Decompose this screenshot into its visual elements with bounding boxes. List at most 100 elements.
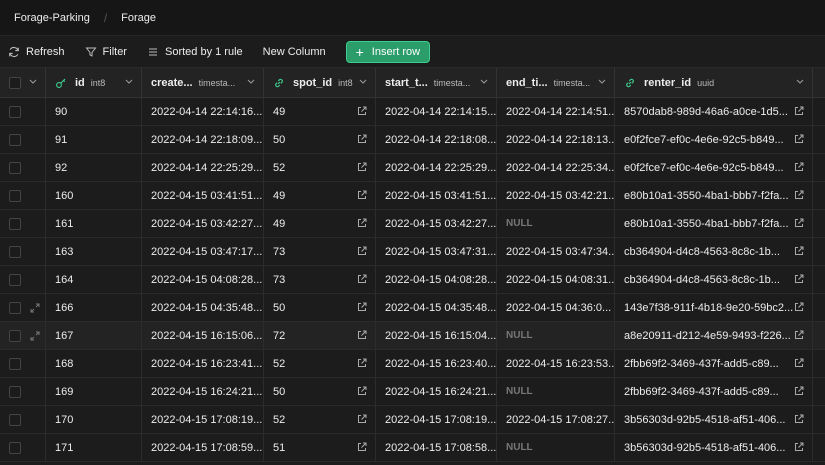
external-link-icon[interactable] (794, 302, 804, 315)
cell-start-time[interactable]: 2022-04-14 22:25:29.... (376, 154, 497, 181)
external-link-icon[interactable] (357, 302, 367, 315)
external-link-icon[interactable] (357, 134, 367, 147)
external-link-icon[interactable] (794, 246, 804, 259)
cell-spot-id[interactable]: 50 (264, 126, 376, 153)
sort-button[interactable]: Sorted by 1 rule (147, 46, 243, 58)
cell-end-time[interactable]: 2022-04-14 22:14:51.... (497, 98, 615, 125)
table-row[interactable]: 90 2022-04-14 22:14:16.... 49 2022-04-14 22… (0, 98, 825, 126)
row-checkbox[interactable] (9, 217, 21, 230)
cell-created-at[interactable]: 2022-04-14 22:18:09.... (142, 126, 264, 153)
cell-created-at[interactable]: 2022-04-14 22:14:16.... (142, 98, 264, 125)
chevron-down-icon[interactable] (247, 79, 255, 85)
external-link-icon[interactable] (794, 442, 804, 455)
cell-start-time[interactable]: 2022-04-15 17:08:19.... (376, 406, 497, 433)
cell-renter-id[interactable]: e80b10a1-3550-4ba1-bbb7-f2fa... (615, 182, 813, 209)
cell-spot-id[interactable]: 50 (264, 294, 376, 321)
column-header-id[interactable]: id int8 (46, 68, 142, 97)
cell-id[interactable]: 90 (46, 98, 142, 125)
cell-end-time[interactable]: 2022-04-15 04:36:0... (497, 294, 615, 321)
external-link-icon[interactable] (794, 414, 804, 427)
row-checkbox[interactable] (9, 105, 21, 118)
cell-id[interactable]: 164 (46, 266, 142, 293)
external-link-icon[interactable] (357, 330, 367, 343)
column-header-spot-id[interactable]: spot_id int8 (264, 68, 376, 97)
cell-spot-id[interactable]: 52 (264, 154, 376, 181)
external-link-icon[interactable] (794, 162, 804, 175)
external-link-icon[interactable] (357, 274, 367, 287)
cell-start-time[interactable]: 2022-04-15 16:15:04.... (376, 322, 497, 349)
external-link-icon[interactable] (794, 190, 804, 203)
cell-spot-id[interactable]: 73 (264, 266, 376, 293)
external-link-icon[interactable] (357, 162, 367, 175)
cell-start-time[interactable]: 2022-04-15 03:47:31.... (376, 238, 497, 265)
expand-row-icon[interactable] (30, 331, 40, 344)
external-link-icon[interactable] (357, 442, 367, 455)
column-header-end-time[interactable]: end_ti... timesta... (497, 68, 615, 97)
cell-spot-id[interactable]: 49 (264, 98, 376, 125)
column-header-created-at[interactable]: create... timesta... (142, 68, 264, 97)
cell-spot-id[interactable]: 49 (264, 182, 376, 209)
breadcrumb-project[interactable]: Forage-Parking (14, 12, 90, 24)
cell-id[interactable]: 163 (46, 238, 142, 265)
cell-start-time[interactable]: 2022-04-15 04:35:48.... (376, 294, 497, 321)
external-link-icon[interactable] (357, 246, 367, 259)
cell-start-time[interactable]: 2022-04-15 03:41:51.... (376, 182, 497, 209)
cell-renter-id[interactable]: cb364904-d4c8-4563-8c8c-1b... (615, 266, 813, 293)
cell-spot-id[interactable]: 51 (264, 434, 376, 461)
external-link-icon[interactable] (357, 358, 367, 371)
cell-renter-id[interactable]: 8570dab8-989d-46a6-a0ce-1d5... (615, 98, 813, 125)
cell-renter-id[interactable]: 2fbb69f2-3469-437f-add5-c89... (615, 350, 813, 377)
table-row[interactable]: 161 2022-04-15 03:42:27.... 49 2022-04-15 0… (0, 210, 825, 238)
cell-end-time[interactable]: 2022-04-15 03:42:21.... (497, 182, 615, 209)
chevron-down-icon[interactable] (29, 79, 37, 85)
new-column-button[interactable]: New Column (263, 46, 326, 58)
cell-created-at[interactable]: 2022-04-15 03:41:51.... (142, 182, 264, 209)
row-checkbox[interactable] (9, 357, 21, 370)
cell-spot-id[interactable]: 72 (264, 322, 376, 349)
cell-id[interactable]: 168 (46, 350, 142, 377)
row-checkbox[interactable] (9, 413, 21, 426)
table-row[interactable]: 170 2022-04-15 17:08:19.... 52 2022-04-15 1… (0, 406, 825, 434)
chevron-down-icon[interactable] (125, 79, 133, 85)
table-row[interactable]: 160 2022-04-15 03:41:51.... 49 2022-04-15 0… (0, 182, 825, 210)
cell-start-time[interactable]: 2022-04-14 22:18:08.... (376, 126, 497, 153)
chevron-down-icon[interactable] (359, 79, 367, 85)
cell-renter-id[interactable]: 3b56303d-92b5-4518-af51-406... (615, 406, 813, 433)
cell-renter-id[interactable]: e0f2fce7-ef0c-4e6e-92c5-b849... (615, 154, 813, 181)
table-row[interactable]: 163 2022-04-15 03:47:17.... 73 2022-04-15 0… (0, 238, 825, 266)
row-checkbox[interactable] (9, 245, 21, 258)
external-link-icon[interactable] (357, 386, 367, 399)
row-checkbox[interactable] (9, 161, 21, 174)
chevron-down-icon[interactable] (796, 79, 804, 85)
table-row[interactable]: 169 2022-04-15 16:24:21.... 50 2022-04-15 1… (0, 378, 825, 406)
cell-spot-id[interactable]: 49 (264, 210, 376, 237)
refresh-button[interactable]: Refresh (8, 46, 65, 58)
row-checkbox[interactable] (9, 189, 21, 202)
cell-id[interactable]: 167 (46, 322, 142, 349)
cell-spot-id[interactable]: 50 (264, 378, 376, 405)
cell-created-at[interactable]: 2022-04-15 16:15:06.... (142, 322, 264, 349)
cell-end-time[interactable]: 2022-04-14 22:25:34.... (497, 154, 615, 181)
chevron-down-icon[interactable] (598, 79, 606, 85)
cell-renter-id[interactable]: cb364904-d4c8-4563-8c8c-1b... (615, 238, 813, 265)
external-link-icon[interactable] (357, 218, 367, 231)
cell-start-time[interactable]: 2022-04-15 16:23:40.... (376, 350, 497, 377)
cell-start-time[interactable]: 2022-04-15 04:08:28.... (376, 266, 497, 293)
cell-renter-id[interactable]: 3b56303d-92b5-4518-af51-406... (615, 434, 813, 461)
external-link-icon[interactable] (794, 106, 804, 119)
cell-created-at[interactable]: 2022-04-15 16:23:41.... (142, 350, 264, 377)
external-link-icon[interactable] (357, 106, 367, 119)
table-row[interactable]: 167 2022-04-15 16:15:06.... 72 2022-04-15 1… (0, 322, 825, 350)
expand-row-icon[interactable] (30, 303, 40, 316)
column-header-renter-id[interactable]: renter_id uuid (615, 68, 813, 97)
table-row[interactable]: 171 2022-04-15 17:08:59.... 51 2022-04-15 1… (0, 434, 825, 462)
insert-row-button[interactable]: + Insert row (345, 41, 431, 63)
filter-button[interactable]: Filter (85, 46, 127, 58)
cell-id[interactable]: 92 (46, 154, 142, 181)
cell-created-at[interactable]: 2022-04-15 03:47:17.... (142, 238, 264, 265)
breadcrumb-table[interactable]: Forage (121, 12, 156, 24)
cell-spot-id[interactable]: 73 (264, 238, 376, 265)
external-link-icon[interactable] (794, 218, 804, 231)
select-all-checkbox[interactable] (9, 76, 21, 89)
chevron-down-icon[interactable] (480, 79, 488, 85)
